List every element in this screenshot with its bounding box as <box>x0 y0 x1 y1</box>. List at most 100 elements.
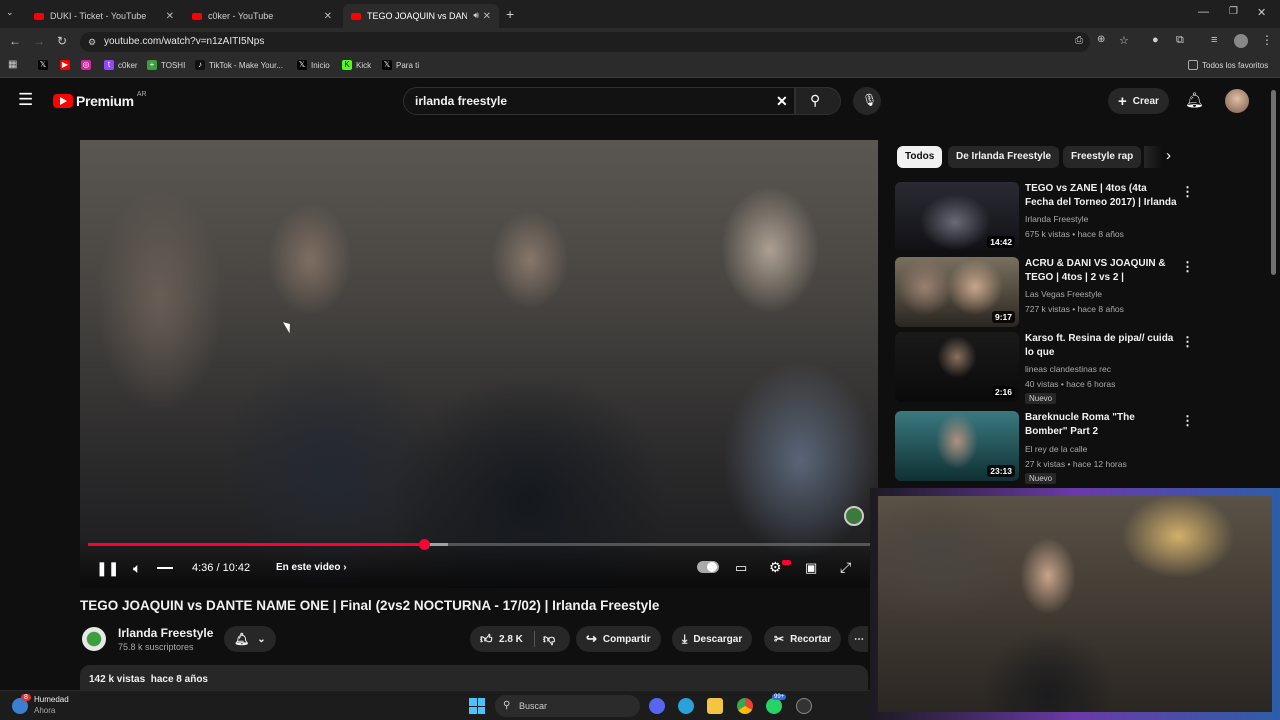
back-icon[interactable]: ← <box>9 34 21 48</box>
tab-close-icon[interactable]: ✕ <box>483 11 491 22</box>
more-vertical-icon[interactable]: ⋮ <box>1181 259 1194 275</box>
search-input[interactable]: irlanda freestyle ✕ <box>403 87 795 115</box>
channel-name[interactable]: Irlanda Freestyle <box>118 626 213 640</box>
reload-icon[interactable]: ↻ <box>57 34 67 48</box>
chip-all[interactable]: Todos <box>897 146 943 168</box>
create-button[interactable]: + Crear <box>1108 88 1169 114</box>
site-info-icon[interactable]: ⚙ <box>88 32 96 52</box>
dislike-thumb-icon[interactable]: 👎︎ <box>543 632 555 647</box>
channel-avatar[interactable] <box>82 627 106 651</box>
rec-title[interactable]: TEGO vs ZANE | 4tos (4ta Fecha del Torne… <box>1025 182 1177 210</box>
tab-c0ker[interactable]: c0ker - YouTube ✕ <box>184 4 340 28</box>
progress-bar[interactable] <box>88 539 870 550</box>
pause-icon[interactable]: ❚❚ <box>96 560 119 577</box>
channel-watermark-icon[interactable] <box>844 506 864 526</box>
bookmark-inicio[interactable]: 𝕏 Inicio <box>297 60 330 70</box>
recommendation-item[interactable]: 23:13 Bareknucle Roma "The Bomber" Part … <box>895 411 1195 484</box>
video-player[interactable] <box>80 140 878 588</box>
new-tab-icon[interactable]: + <box>506 6 514 22</box>
bookmark-kick[interactable]: K Kick <box>342 60 371 70</box>
notifications-bell-icon[interactable]: 🔔︎ <box>1185 91 1204 109</box>
bookmark-tiktok[interactable]: ♪ TikTok - Make Your... <box>195 60 283 70</box>
tab-close-icon[interactable]: ✕ <box>166 11 174 22</box>
clear-search-icon[interactable]: ✕ <box>776 88 788 114</box>
tab-duki[interactable]: DUKI - Ticket - YouTube ✕ <box>26 4 182 28</box>
restore-icon[interactable]: ❐ <box>1229 6 1238 17</box>
thumbnail[interactable]: 9:17 <box>895 257 1019 327</box>
youtube-logo[interactable]: Premium AR <box>53 91 147 109</box>
close-window-icon[interactable]: ✕ <box>1257 6 1266 19</box>
bookmark-instagram[interactable]: ◎ <box>81 60 95 70</box>
share-button[interactable]: ↪ Compartir <box>576 626 661 652</box>
chapters-button[interactable]: En este video › <box>276 562 347 573</box>
settings-gear-icon[interactable]: ⚙ <box>769 559 782 576</box>
rec-title[interactable]: Karso ft. Resina de pipa// cuida lo que … <box>1025 332 1177 360</box>
search-button[interactable]: ⚲ <box>795 87 841 115</box>
chrome-icon[interactable] <box>737 698 753 714</box>
install-app-icon[interactable]: ⎙ <box>1075 35 1083 46</box>
weather-label[interactable]: Humedad <box>34 695 69 704</box>
more-vertical-icon[interactable]: ⋮ <box>1181 184 1194 200</box>
autoplay-toggle[interactable] <box>697 561 719 573</box>
recommendation-item[interactable]: 2:16 Karso ft. Resina de pipa// cuida lo… <box>895 332 1195 404</box>
page-scrollbar[interactable] <box>1271 90 1276 275</box>
telegram-icon[interactable] <box>678 698 694 714</box>
audio-playing-icon[interactable]: 🔊︎ <box>473 10 479 21</box>
file-explorer-icon[interactable] <box>707 698 723 714</box>
zoom-icon[interactable]: ⊕ <box>1097 34 1105 45</box>
extensions-icon[interactable]: ⧉ <box>1176 34 1184 47</box>
browser-menu-icon[interactable]: ⋮ <box>1261 33 1273 47</box>
guide-menu-icon[interactable]: ☰ <box>18 90 33 110</box>
extension-shield-icon[interactable]: ● <box>1152 34 1159 46</box>
tab-search-icon[interactable]: ⌄ <box>6 7 14 18</box>
more-vertical-icon[interactable]: ⋮ <box>1181 413 1194 429</box>
url-field[interactable]: ⚙ youtube.com/watch?v=n1zAITI5Nps <box>80 32 1090 52</box>
theater-mode-icon[interactable]: ▣ <box>805 560 817 576</box>
like-thumb-icon[interactable]: 👍︎ <box>480 632 493 647</box>
apps-grid-icon[interactable]: ▦ <box>8 59 17 70</box>
rec-title[interactable]: Bareknucle Roma "The Bomber" Part 2 <box>1025 411 1177 439</box>
forward-icon[interactable]: → <box>33 34 45 48</box>
tab-close-icon[interactable]: ✕ <box>324 11 332 22</box>
bookmark-star-icon[interactable]: ☆ <box>1119 34 1129 47</box>
thumbnail[interactable]: 14:42 <box>895 182 1019 252</box>
chips-next-chevron-icon[interactable]: › <box>1166 147 1171 164</box>
clip-button[interactable]: ✂ Recortar <box>764 626 842 652</box>
bookmark-toshi[interactable]: + TOSHI <box>147 60 185 70</box>
rec-channel[interactable]: El rey de la calle <box>1025 444 1087 454</box>
more-actions-button[interactable]: ⋯ <box>848 626 868 652</box>
windows-start-icon[interactable] <box>469 698 485 714</box>
thumbnail[interactable]: 23:13 <box>895 411 1019 481</box>
recommendation-item[interactable]: 9:17 ACRU & DANI VS JOAQUIN & TEGO | 4to… <box>895 257 1195 329</box>
like-count[interactable]: 2.8 K <box>499 634 523 645</box>
recommendation-item[interactable]: 14:42 TEGO vs ZANE | 4tos (4ta Fecha del… <box>895 182 1195 254</box>
voice-search-button[interactable]: 🎙︎ <box>853 87 881 115</box>
bookmark-x[interactable]: 𝕏 <box>38 60 52 70</box>
chip-from-channel[interactable]: De Irlanda Freestyle <box>948 146 1060 168</box>
discord-icon[interactable] <box>649 698 665 714</box>
minimize-icon[interactable]: — <box>1198 6 1209 18</box>
account-avatar[interactable] <box>1225 89 1249 113</box>
all-favorites[interactable]: Todos los favoritos <box>1188 60 1268 70</box>
bookmark-youtube[interactable]: ▶ <box>60 60 74 70</box>
rec-channel[interactable]: Las Vegas Freestyle <box>1025 289 1102 299</box>
taskbar-search[interactable]: ⚲ Buscar <box>495 695 640 717</box>
bookmark-para-ti[interactable]: 𝕏 Para ti <box>382 60 419 70</box>
profile-avatar[interactable] <box>1234 34 1248 48</box>
tab-active-video[interactable]: TEGO JOAQUIN vs DANTE N 🔊︎ ✕ <box>343 4 499 28</box>
volume-slider[interactable] <box>157 567 173 569</box>
volume-icon[interactable]: 🔈︎ <box>133 560 141 577</box>
reading-list-icon[interactable]: ≡ <box>1211 34 1217 46</box>
thumbnail[interactable]: 2:16 <box>895 332 1019 402</box>
subtitles-icon[interactable]: ▭ <box>735 560 747 576</box>
download-button[interactable]: ⤓ Descargar <box>672 626 753 652</box>
subscription-bell-button[interactable]: 🔔︎ ⌄ <box>224 626 276 652</box>
chip-freestyle-rap[interactable]: Freestyle rap <box>1063 146 1142 168</box>
bookmark-c0ker[interactable]: t c0ker <box>104 60 138 70</box>
rec-channel[interactable]: Irlanda Freestyle <box>1025 214 1088 224</box>
rec-title[interactable]: ACRU & DANI VS JOAQUIN & TEGO | 4tos | 2… <box>1025 257 1177 285</box>
whatsapp-icon[interactable] <box>766 698 782 714</box>
rec-channel[interactable]: lineas clandestinas rec <box>1025 364 1111 374</box>
more-vertical-icon[interactable]: ⋮ <box>1181 334 1194 350</box>
app-icon[interactable] <box>796 698 812 714</box>
